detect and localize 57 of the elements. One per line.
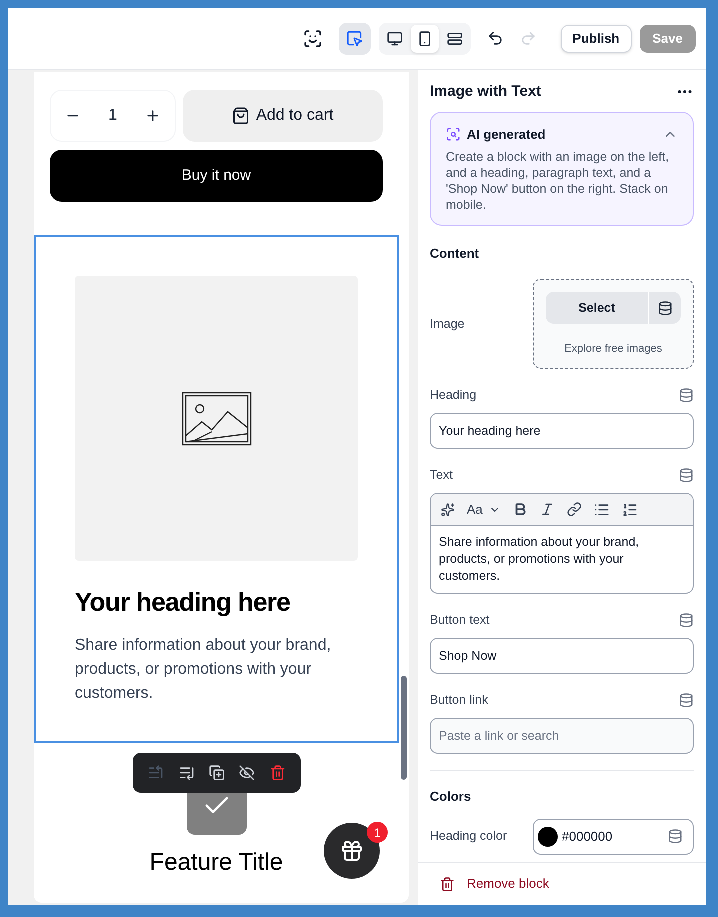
section-title: Content (430, 244, 480, 262)
quantity[interactable]: 1 (108, 104, 118, 128)
explore-images-link[interactable]: Explore free images (564, 343, 662, 355)
field-label: Button link (430, 692, 488, 709)
field-label: Heading color (430, 828, 508, 846)
rich-text-content[interactable]: Share information about your brand, products, or promotions with your customers. (431, 526, 693, 593)
list-arrow-icon (178, 765, 195, 781)
delete-button[interactable] (270, 765, 286, 781)
cursor-select-icon (346, 30, 364, 47)
gift-icon (340, 839, 364, 863)
ai-description: Create a block with an image on the left, and a heading, paragraph text, and a 'Shop Now' button on the right. Stack on mobile. (446, 148, 670, 212)
panel-title: Image with Text (430, 82, 542, 102)
eye-off-icon (239, 765, 256, 781)
trash-icon (270, 765, 286, 781)
italic-icon[interactable] (540, 502, 555, 517)
add-to-cart-button[interactable]: Add to cart (183, 90, 383, 142)
text-field[interactable]: Shop Now (430, 638, 694, 674)
remove-block-button[interactable]: Remove block (440, 874, 550, 894)
list-arrow-icon (148, 765, 164, 781)
feature-title: Feature Title (150, 848, 284, 878)
move-down-button[interactable] (178, 765, 195, 781)
section-text: Share information about your brand, products, or promotions with your customers. (75, 636, 332, 704)
ai-icon (446, 127, 461, 142)
phone-view-button[interactable] (410, 24, 439, 52)
desktop-icon (386, 30, 403, 46)
publish-button[interactable]: Publish (560, 24, 632, 52)
stretch-icon (446, 30, 463, 46)
image-with-text-section[interactable]: Your heading here Share information about your brand, products, or promotions with your customers. (34, 235, 399, 743)
duplicate-button[interactable] (208, 765, 225, 781)
section-heading: Your heading here (75, 586, 292, 619)
numbered-list-icon[interactable] (622, 502, 638, 518)
copy-icon (208, 765, 225, 781)
phone-icon (416, 30, 433, 46)
inspect-button[interactable] (338, 22, 371, 54)
field-label: Text (430, 466, 453, 484)
rich-text-editor[interactable]: Aa Share information about your brand, products, or promotions with your customers. (430, 493, 694, 594)
undo-icon[interactable] (486, 30, 504, 47)
text-field[interactable]: Paste a link or search (430, 718, 694, 754)
scrollbar-thumb[interactable] (401, 676, 407, 780)
field-label: Button text (430, 612, 490, 629)
font-size-button[interactable]: Aa (467, 500, 501, 520)
ai-title: AI generated (467, 126, 546, 144)
bullet-list-icon[interactable] (594, 502, 610, 518)
bag-icon (232, 107, 250, 125)
image-icon (182, 392, 252, 446)
link-icon[interactable] (566, 502, 582, 517)
field-label: Image (430, 316, 465, 333)
section-title: Colors (430, 788, 472, 806)
color-field[interactable]: #000000 (533, 818, 694, 854)
text-field[interactable]: Your heading here (430, 413, 694, 449)
field-label: Heading (430, 386, 477, 404)
database-icon[interactable] (658, 300, 672, 316)
hide-button[interactable] (239, 765, 256, 781)
buy-now-button[interactable]: Buy it now (50, 150, 383, 202)
trash-icon (440, 876, 455, 892)
sparkle-icon[interactable] (441, 502, 455, 516)
color-value: #000000 (562, 828, 614, 846)
